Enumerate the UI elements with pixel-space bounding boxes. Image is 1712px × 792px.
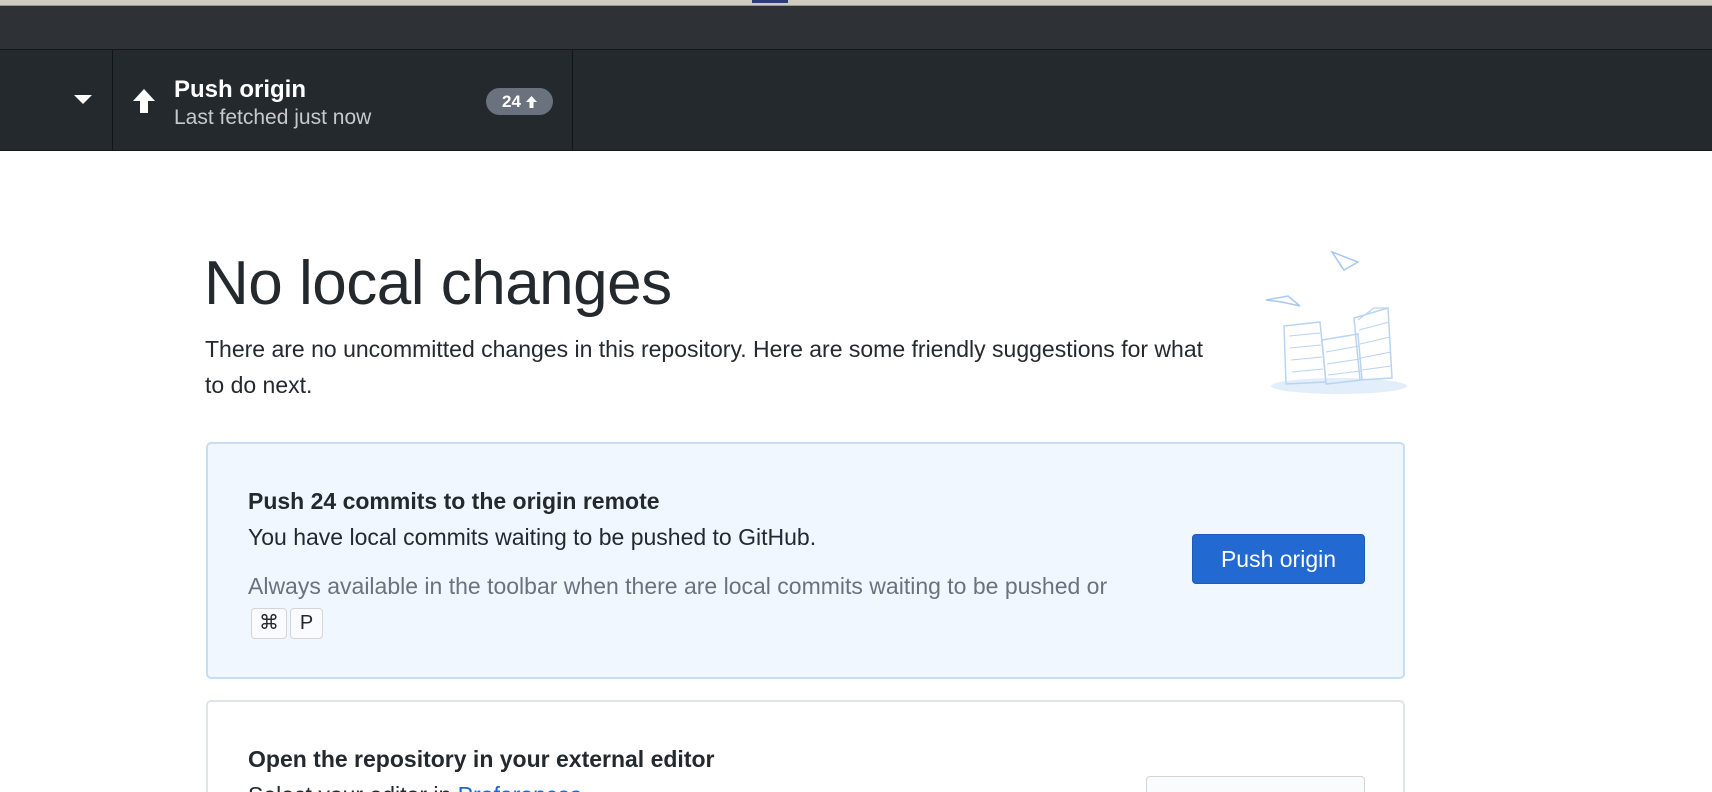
- push-origin-title: Push origin: [174, 76, 306, 103]
- push-origin-button[interactable]: Push origin: [1192, 534, 1365, 584]
- command-key: ⌘: [251, 608, 287, 640]
- editor-card-title: Open the repository in your external edi…: [248, 746, 715, 772]
- preferences-link[interactable]: Preferences: [458, 782, 582, 792]
- paper-stack-illustration: [1265, 250, 1407, 394]
- editor-card-description: Select your editor in Preferences: [248, 782, 582, 792]
- p-key: P: [290, 608, 323, 640]
- window-titlebar: [0, 6, 1712, 50]
- push-origin-toolbar-button[interactable]: Push origin Last fetched just now 24: [114, 50, 573, 151]
- page-title: No local changes: [204, 249, 672, 318]
- push-card-hint-text: Always available in the toolbar when the…: [248, 573, 1108, 599]
- push-card-description: You have local commits waiting to be pus…: [248, 524, 817, 550]
- triangle-down-icon: [74, 95, 92, 104]
- arrow-up-icon: [133, 89, 155, 113]
- ahead-count-badge: 24: [486, 88, 553, 115]
- main-content: No local changes There are no uncommitte…: [0, 152, 1712, 792]
- app-toolbar: Push origin Last fetched just now 24: [0, 50, 1712, 151]
- open-editor-card: Open the repository in your external edi…: [206, 700, 1405, 792]
- arrow-up-icon: [525, 95, 537, 108]
- editor-card-description-text: Select your editor in: [248, 782, 458, 792]
- ahead-count: 24: [502, 91, 521, 111]
- os-strip-marker: [752, 0, 788, 3]
- last-fetched-status: Last fetched just now: [174, 106, 372, 129]
- open-in-editor-button[interactable]: [1146, 776, 1365, 792]
- push-card-title: Push 24 commits to the origin remote: [248, 488, 660, 514]
- push-commits-card: Push 24 commits to the origin remote You…: [206, 442, 1405, 679]
- push-card-hint: Always available in the toolbar when the…: [248, 568, 1108, 640]
- toolbar-dropdown-button[interactable]: [0, 50, 113, 151]
- intro-text: There are no uncommitted changes in this…: [205, 336, 1204, 398]
